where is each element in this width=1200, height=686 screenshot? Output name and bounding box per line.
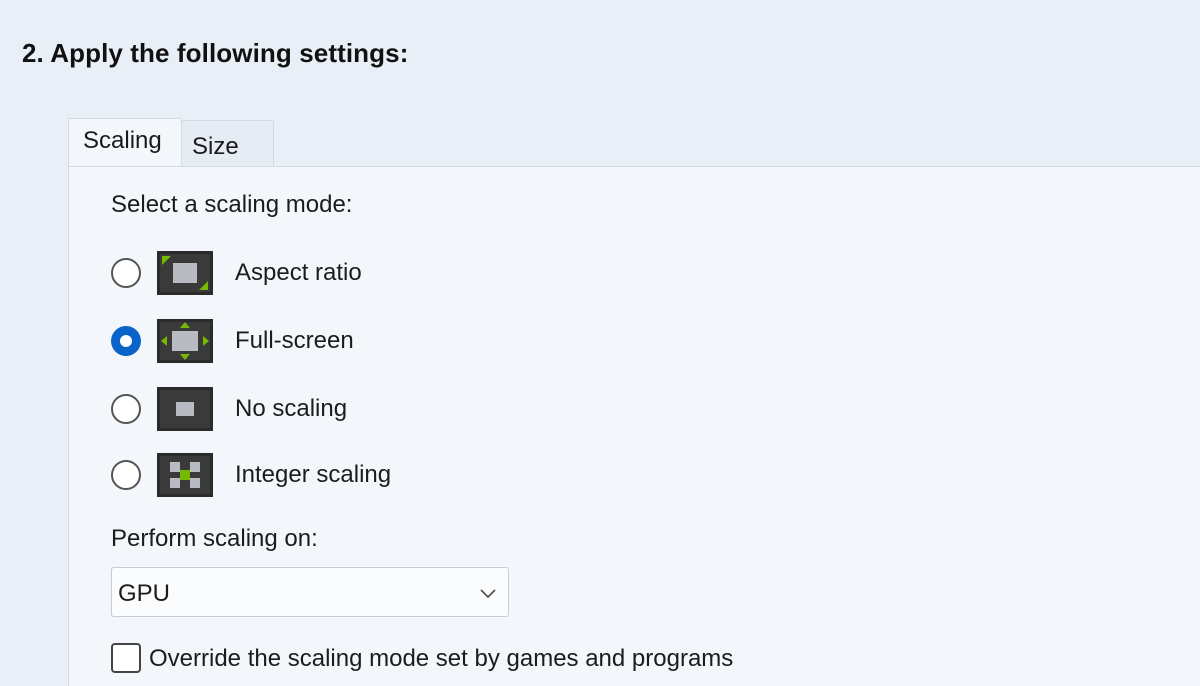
step-heading: 2. Apply the following settings: <box>22 38 409 68</box>
perform-scaling-select[interactable]: GPU <box>111 567 509 617</box>
no-scaling-radio[interactable] <box>111 394 141 424</box>
tab-scaling[interactable]: Scaling <box>68 118 182 166</box>
integer-scaling-label: Integer scaling <box>235 461 392 488</box>
scaling-mode-label: Select a scaling mode: <box>111 191 353 218</box>
full-screen-label: Full-screen <box>235 327 354 354</box>
radio-option-full-screen[interactable]: Full-screen <box>111 319 531 365</box>
perform-scaling-label: Perform scaling on: <box>111 525 318 552</box>
no-scaling-icon <box>157 387 213 431</box>
aspect-ratio-icon <box>157 251 213 295</box>
no-scaling-label: No scaling <box>235 395 348 422</box>
override-scaling-checkbox[interactable] <box>111 643 141 673</box>
tab-size[interactable]: Size <box>182 120 274 166</box>
radio-option-aspect-ratio[interactable]: Aspect ratio <box>111 251 531 297</box>
aspect-ratio-label: Aspect ratio <box>235 259 362 286</box>
scaling-tab-panel: Select a scaling mode: Aspect ratio Full… <box>68 166 1200 686</box>
integer-scaling-icon <box>157 453 213 497</box>
perform-scaling-value: GPU <box>118 580 171 607</box>
override-scaling-option[interactable]: Override the scaling mode set by games a… <box>111 641 831 677</box>
full-screen-icon <box>157 319 213 363</box>
chevron-down-icon <box>480 589 496 599</box>
radio-option-integer-scaling[interactable]: Integer scaling <box>111 453 531 499</box>
override-scaling-label: Override the scaling mode set by games a… <box>149 645 734 672</box>
integer-scaling-radio[interactable] <box>111 460 141 490</box>
radio-option-no-scaling[interactable]: No scaling <box>111 387 531 433</box>
aspect-ratio-radio[interactable] <box>111 258 141 288</box>
full-screen-radio[interactable] <box>111 326 141 356</box>
